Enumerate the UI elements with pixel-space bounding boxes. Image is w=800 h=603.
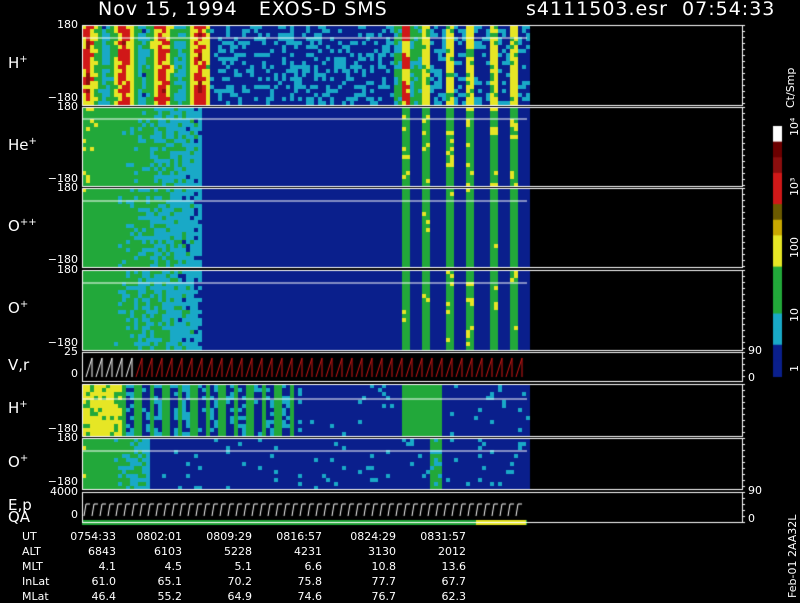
ephemeris-value: 2012 <box>438 545 466 558</box>
qa-label: QA <box>8 508 31 526</box>
ephemeris-value: 10.8 <box>371 560 397 573</box>
ephemeris-value: 0824:29 <box>350 530 396 543</box>
ephemeris-value: 0816:57 <box>276 530 322 543</box>
plot-title: Nov 15, 1994 EXOS-D SMS <box>98 0 388 20</box>
panel-label: V,r <box>8 355 30 374</box>
ephemeris-value: 6.6 <box>304 560 323 573</box>
ephemeris-label: MLT <box>22 560 43 573</box>
y-tick-top: 180 <box>57 181 78 194</box>
panel-label: H+ <box>8 54 28 72</box>
ephemeris-value: 4.1 <box>98 560 117 573</box>
right-tick-top: 90 <box>748 484 762 497</box>
ephemeris-value: 77.7 <box>371 575 397 588</box>
ephemeris-value: 65.1 <box>157 575 183 588</box>
ephemeris-value: 46.4 <box>91 590 117 603</box>
ephemeris-value: 74.6 <box>297 590 323 603</box>
footer-code: Feb-01 2AA32L <box>786 514 799 598</box>
colorbar-tick: 1 <box>788 365 800 372</box>
colorbar-tick: 100 <box>788 237 800 258</box>
ephemeris-value: 0831:57 <box>420 530 466 543</box>
ephemeris-label: MLat <box>22 590 49 603</box>
ephemeris-value: 4231 <box>294 545 322 558</box>
y-tick-bottom: 0 <box>71 508 78 521</box>
ephemeris-value: 0802:01 <box>136 530 182 543</box>
y-tick-top: 180 <box>57 100 78 113</box>
panel-label: He+ <box>8 135 37 154</box>
ephemeris-value: 61.0 <box>91 575 117 588</box>
colorbar-label: Ct/Smp <box>784 67 797 108</box>
ephemeris-value: 13.6 <box>441 560 467 573</box>
colorbar-tick: 10⁴ <box>788 117 800 136</box>
ephemeris-value: 67.7 <box>441 575 467 588</box>
ephemeris-label: InLat <box>22 575 50 588</box>
ephemeris-value: 5.1 <box>234 560 253 573</box>
panel-label: O++ <box>8 216 37 235</box>
ephemeris-value: 4.5 <box>164 560 183 573</box>
y-tick-top: 25 <box>64 345 78 358</box>
ephemeris-value: 0809:29 <box>206 530 252 543</box>
right-tick-top: 90 <box>748 344 762 357</box>
ephemeris-value: 76.7 <box>371 590 397 603</box>
spectrogram-canvas <box>0 0 800 600</box>
ephemeris-value: 75.8 <box>297 575 323 588</box>
ephemeris-label: ALT <box>22 545 41 558</box>
right-tick-bottom: 0 <box>748 371 755 384</box>
panel-label: O+ <box>8 452 29 471</box>
ephemeris-value: 6843 <box>88 545 116 558</box>
ephemeris-value: 64.9 <box>227 590 253 603</box>
y-tick-top: 180 <box>57 431 78 444</box>
ephemeris-value: 3130 <box>368 545 396 558</box>
ephemeris-value: 62.3 <box>441 590 467 603</box>
ephemeris-value: 0754:33 <box>70 530 116 543</box>
y-tick-top: 180 <box>57 263 78 276</box>
ephemeris-label: UT <box>22 530 37 543</box>
y-tick-top: 4000 <box>50 485 78 498</box>
ephemeris-value: 70.2 <box>227 575 253 588</box>
y-tick-bottom: 0 <box>71 367 78 380</box>
y-tick-top: 180 <box>57 18 78 31</box>
ephemeris-value: 5228 <box>224 545 252 558</box>
ephemeris-value: 55.2 <box>157 590 183 603</box>
file-info: s4111503.esr 07:54:33 <box>526 0 776 20</box>
panel-label: O+ <box>8 299 29 317</box>
colorbar-tick: 10³ <box>788 177 800 196</box>
colorbar-tick: 10 <box>788 308 800 322</box>
panel-label: H+ <box>8 399 28 417</box>
right-tick-bottom: 0 <box>748 512 755 525</box>
ephemeris-value: 6103 <box>154 545 182 558</box>
